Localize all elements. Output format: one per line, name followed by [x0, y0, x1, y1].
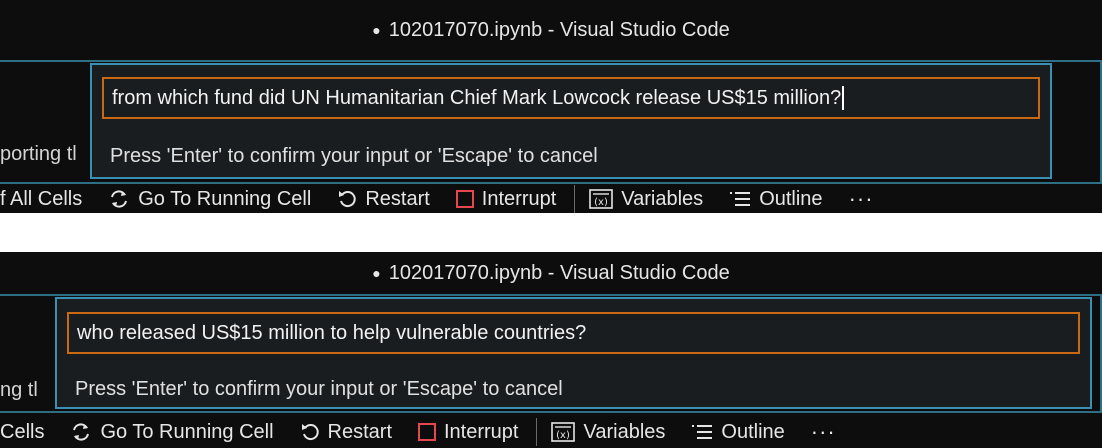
restart-icon: [301, 424, 319, 441]
text-caret: [842, 86, 845, 110]
toolbar-separator: [574, 185, 576, 213]
go-to-running-cell-label: Go To Running Cell: [138, 187, 312, 210]
notebook-toolbar: f All Cells Go To Running Cell Restart I…: [0, 182, 900, 213]
notebook-text-behind: porting tl: [0, 143, 77, 165]
screenshot-panel-2: ● 102017070.ipynb - Visual Studio Code n…: [0, 252, 1102, 448]
quick-input-widget: who released US$15 million to help vulne…: [55, 297, 1092, 409]
restart-icon: [339, 191, 356, 208]
more-actions-button[interactable]: ···: [849, 186, 874, 212]
unsaved-dot-icon: ●: [372, 22, 381, 38]
window-title-bar: ● 102017070.ipynb - Visual Studio Code: [0, 252, 1102, 294]
svg-text:(x): (x): [594, 197, 608, 208]
quick-input-field[interactable]: from which fund did UN Humanitarian Chie…: [102, 77, 1040, 119]
quick-input-widget: from which fund did UN Humanitarian Chie…: [90, 63, 1052, 179]
more-actions-label: ···: [848, 186, 874, 211]
variables-button[interactable]: (x) Variables: [551, 421, 665, 444]
editor-border-line: [0, 294, 1102, 296]
window-title: 102017070.ipynb - Visual Studio Code: [388, 18, 730, 41]
notebook-text-behind: ng tl: [0, 379, 38, 401]
restart-button[interactable]: Restart: [300, 421, 392, 444]
svg-text:(x): (x): [557, 430, 571, 441]
interrupt-label: Interrupt: [481, 187, 557, 210]
unsaved-dot-icon: ●: [372, 265, 381, 281]
go-to-running-cell-button[interactable]: Go To Running Cell: [70, 420, 274, 444]
restart-label: Restart: [365, 187, 430, 210]
toolbar-clipped-label: f All Cells: [0, 187, 83, 210]
outline-button[interactable]: Outline: [729, 187, 823, 211]
window-title: 102017070.ipynb - Visual Studio Code: [388, 261, 730, 284]
stop-square-icon: [418, 423, 436, 441]
quick-input-hint: Press 'Enter' to confirm your input or '…: [75, 378, 563, 400]
variables-icon: (x): [589, 189, 614, 209]
more-actions-label: ···: [810, 419, 836, 444]
interrupt-label: Interrupt: [444, 420, 519, 443]
toolbar-clipped-label: Cells: [0, 420, 45, 443]
list-outline-icon: [730, 192, 751, 206]
more-actions-button[interactable]: ···: [811, 419, 836, 445]
quick-input-field[interactable]: who released US$15 million to help vulne…: [67, 312, 1080, 354]
editor-border-line: [0, 411, 1102, 413]
notebook-toolbar: Cells Go To Running Cell Restart Interru…: [0, 415, 862, 448]
toolbar-separator: [536, 418, 538, 446]
go-to-running-cell-button[interactable]: Go To Running Cell: [108, 188, 311, 211]
list-outline-icon: [692, 425, 713, 439]
quick-input-value: who released US$15 million to help vulne…: [77, 321, 587, 344]
editor-border-line: [0, 60, 1102, 62]
outline-button[interactable]: Outline: [691, 420, 785, 444]
toolbar-clipped-item[interactable]: Cells: [0, 421, 44, 444]
toolbar-clipped-item[interactable]: f All Cells: [0, 188, 82, 211]
variables-icon: (x): [551, 422, 576, 442]
restart-label: Restart: [327, 420, 392, 443]
variables-label: Variables: [621, 187, 704, 210]
stop-square-icon: [455, 190, 474, 208]
go-to-running-cell-label: Go To Running Cell: [100, 420, 274, 443]
screenshot-panel-1: ● 102017070.ipynb - Visual Studio Code p…: [0, 0, 1102, 213]
outline-label: Outline: [759, 187, 823, 210]
variables-label: Variables: [583, 420, 666, 443]
quick-input-value: from which fund did UN Humanitarian Chie…: [112, 86, 842, 109]
variables-button[interactable]: (x) Variables: [589, 188, 703, 211]
restart-button[interactable]: Restart: [337, 187, 430, 211]
window-title-bar: ● 102017070.ipynb - Visual Studio Code: [0, 0, 1102, 60]
interrupt-button[interactable]: Interrupt: [455, 187, 557, 211]
outline-label: Outline: [721, 420, 785, 443]
refresh-icon: [111, 190, 128, 208]
refresh-icon: [73, 423, 90, 441]
interrupt-button[interactable]: Interrupt: [418, 421, 518, 444]
quick-input-hint: Press 'Enter' to confirm your input or '…: [110, 145, 598, 167]
